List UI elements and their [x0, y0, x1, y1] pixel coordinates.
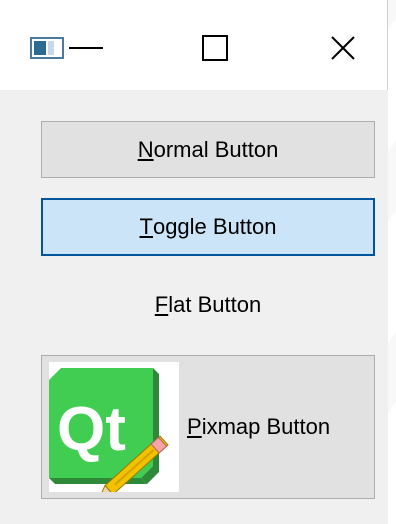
- toggle-button[interactable]: Toggle Button: [41, 198, 375, 256]
- pixmap-button[interactable]: Qt Pixmap Button: [41, 355, 375, 501]
- content-area: Normal Button Toggle Button Flat Button …: [0, 90, 388, 524]
- app-window: Normal Button Toggle Button Flat Button …: [0, 0, 388, 524]
- flat-button-mnemonic: F: [154, 292, 169, 317]
- app-icon: [30, 37, 64, 59]
- toggle-button-mnemonic: T: [139, 214, 153, 239]
- qt-logo-text: Qt: [57, 395, 126, 464]
- minimize-button[interactable]: [66, 28, 106, 68]
- qt-logo-image: Qt: [49, 362, 179, 501]
- minimize-icon: [69, 47, 103, 49]
- flat-button[interactable]: Flat Button: [41, 276, 375, 334]
- maximize-icon: [202, 35, 228, 61]
- qt-logo-icon: Qt: [49, 368, 169, 501]
- pixmap-button-label: ixmap Button: [201, 414, 331, 439]
- close-icon: [331, 36, 355, 60]
- pixmap-button-label-wrap: Pixmap Button: [187, 414, 330, 440]
- normal-button[interactable]: Normal Button: [41, 121, 375, 178]
- close-button[interactable]: [323, 28, 363, 68]
- toggle-button-label: oggle Button: [152, 214, 277, 239]
- pixmap-button-mnemonic: P: [187, 414, 202, 439]
- maximize-button[interactable]: [195, 28, 235, 68]
- flat-button-label: lat Button: [168, 292, 262, 317]
- normal-button-label: ormal Button: [153, 136, 279, 162]
- title-bar: [0, 0, 387, 90]
- normal-button-mnemonic: N: [137, 136, 154, 162]
